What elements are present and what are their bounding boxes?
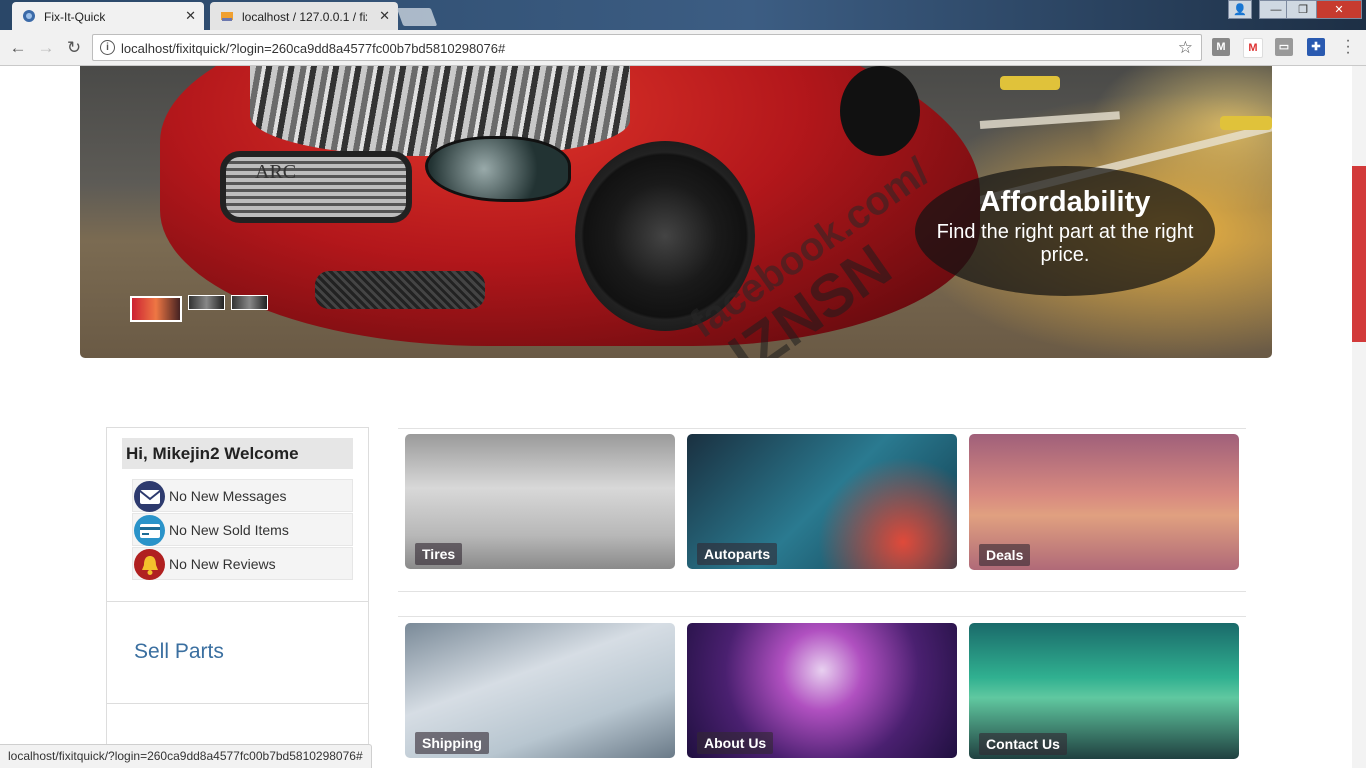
credit-card-icon bbox=[134, 515, 165, 546]
window-titlebar: Fix-It-Quick ✕ localhost / 127.0.0.1 / f… bbox=[0, 0, 1366, 30]
tile-label: Contact Us bbox=[979, 733, 1067, 755]
bell-icon bbox=[134, 549, 165, 580]
globe-icon bbox=[22, 9, 36, 23]
sell-parts-link[interactable]: Sell Parts bbox=[134, 640, 224, 664]
puzzle-extension-icon[interactable]: ✚ bbox=[1307, 38, 1325, 56]
parking-bumper bbox=[1000, 76, 1060, 90]
reload-button[interactable]: ↻ bbox=[62, 36, 86, 60]
info-icon[interactable]: i bbox=[100, 40, 115, 55]
tile-label: Autoparts bbox=[697, 543, 778, 565]
url-text: localhost/fixitquick/?login=260ca9dd8a45… bbox=[121, 41, 506, 56]
car-lower-grille-image bbox=[315, 271, 485, 309]
parking-line bbox=[979, 111, 1120, 129]
notification-messages[interactable]: No New Messages bbox=[132, 479, 353, 512]
browser-toolbar: ← → ↻ i localhost/fixitquick/?login=260c… bbox=[0, 30, 1366, 66]
sidebar-divider bbox=[107, 601, 368, 602]
close-window-button[interactable]: ✕ bbox=[1316, 0, 1362, 19]
tile-row-border bbox=[398, 616, 1246, 617]
gmail-icon[interactable]: M bbox=[1243, 38, 1263, 58]
tile-row-border bbox=[398, 591, 1246, 592]
sidebar-divider bbox=[107, 703, 368, 704]
envelope-icon bbox=[134, 481, 165, 512]
restore-button[interactable]: ❐ bbox=[1286, 0, 1320, 19]
new-tab-button[interactable] bbox=[396, 8, 438, 26]
car-rear-wheel-image bbox=[840, 66, 920, 156]
page-scrollbar[interactable] bbox=[1352, 66, 1366, 768]
slide-caption: Affordability Find the right part at the… bbox=[915, 166, 1215, 296]
extension-icon[interactable]: ▭ bbox=[1275, 38, 1293, 56]
scrollbar-thumb[interactable] bbox=[1352, 166, 1366, 342]
tab-title: Fix-It-Quick bbox=[44, 10, 106, 24]
slide-thumbnail-1[interactable] bbox=[130, 296, 182, 322]
tile-about-us[interactable]: About Us bbox=[687, 623, 957, 758]
phpmyadmin-icon bbox=[220, 9, 234, 23]
slide-thumbnail-2[interactable] bbox=[188, 295, 225, 310]
parking-bumper bbox=[1220, 116, 1272, 130]
tile-tires[interactable]: Tires bbox=[405, 434, 675, 569]
browser-menu-icon[interactable]: · · · bbox=[1342, 33, 1354, 61]
tile-label: About Us bbox=[697, 732, 774, 754]
car-grille-image bbox=[220, 151, 412, 223]
notification-label: No New Sold Items bbox=[169, 522, 289, 538]
notification-label: No New Messages bbox=[169, 488, 287, 504]
notification-label: No New Reviews bbox=[169, 556, 276, 572]
forward-button[interactable]: → bbox=[34, 36, 58, 60]
tile-row-border bbox=[398, 428, 1246, 429]
notification-sold-items[interactable]: No New Sold Items bbox=[132, 513, 353, 546]
tab-phpmyadmin[interactable]: localhost / 127.0.0.1 / fix ✕ bbox=[210, 2, 398, 30]
tab-close-icon[interactable]: ✕ bbox=[379, 8, 390, 24]
welcome-heading: Hi, Mikejin2 Welcome bbox=[122, 438, 353, 469]
hero-slider: ARC facebook.com/ IZNSN Affordability Fi… bbox=[80, 66, 1272, 358]
back-button[interactable]: ← bbox=[6, 36, 30, 60]
page-content: ARC facebook.com/ IZNSN Affordability Fi… bbox=[0, 66, 1352, 768]
user-sidebar: Hi, Mikejin2 Welcome No New Messages No … bbox=[106, 427, 369, 768]
slide-thumbnail-3[interactable] bbox=[231, 295, 268, 310]
tile-autoparts[interactable]: Autoparts bbox=[687, 434, 957, 569]
tile-label: Deals bbox=[979, 544, 1031, 566]
tile-label: Tires bbox=[415, 543, 463, 565]
tile-label: Shipping bbox=[415, 732, 489, 754]
bookmark-star-icon[interactable]: ☆ bbox=[1178, 38, 1193, 58]
tab-close-icon[interactable]: ✕ bbox=[185, 8, 196, 24]
status-bar-url: localhost/fixitquick/?login=260ca9dd8a45… bbox=[0, 744, 372, 768]
tile-contact-us[interactable]: Contact Us bbox=[969, 623, 1239, 759]
car-badge-text: ARC bbox=[255, 161, 297, 183]
car-engine-image bbox=[250, 66, 630, 156]
slide-caption-text: Find the right part at the right price. bbox=[936, 221, 1194, 266]
gmail-checker-icon[interactable]: M bbox=[1212, 38, 1230, 56]
tile-deals[interactable]: Deals bbox=[969, 434, 1239, 570]
address-bar[interactable]: i localhost/fixitquick/?login=260ca9dd8a… bbox=[92, 34, 1202, 61]
profile-icon[interactable]: 👤 bbox=[1228, 0, 1252, 19]
notification-reviews[interactable]: No New Reviews bbox=[132, 547, 353, 580]
tile-shipping[interactable]: Shipping bbox=[405, 623, 675, 758]
tab-title: localhost / 127.0.0.1 / fix bbox=[242, 10, 367, 24]
tab-fix-it-quick[interactable]: Fix-It-Quick ✕ bbox=[12, 2, 204, 30]
slide-caption-title: Affordability bbox=[979, 186, 1151, 218]
